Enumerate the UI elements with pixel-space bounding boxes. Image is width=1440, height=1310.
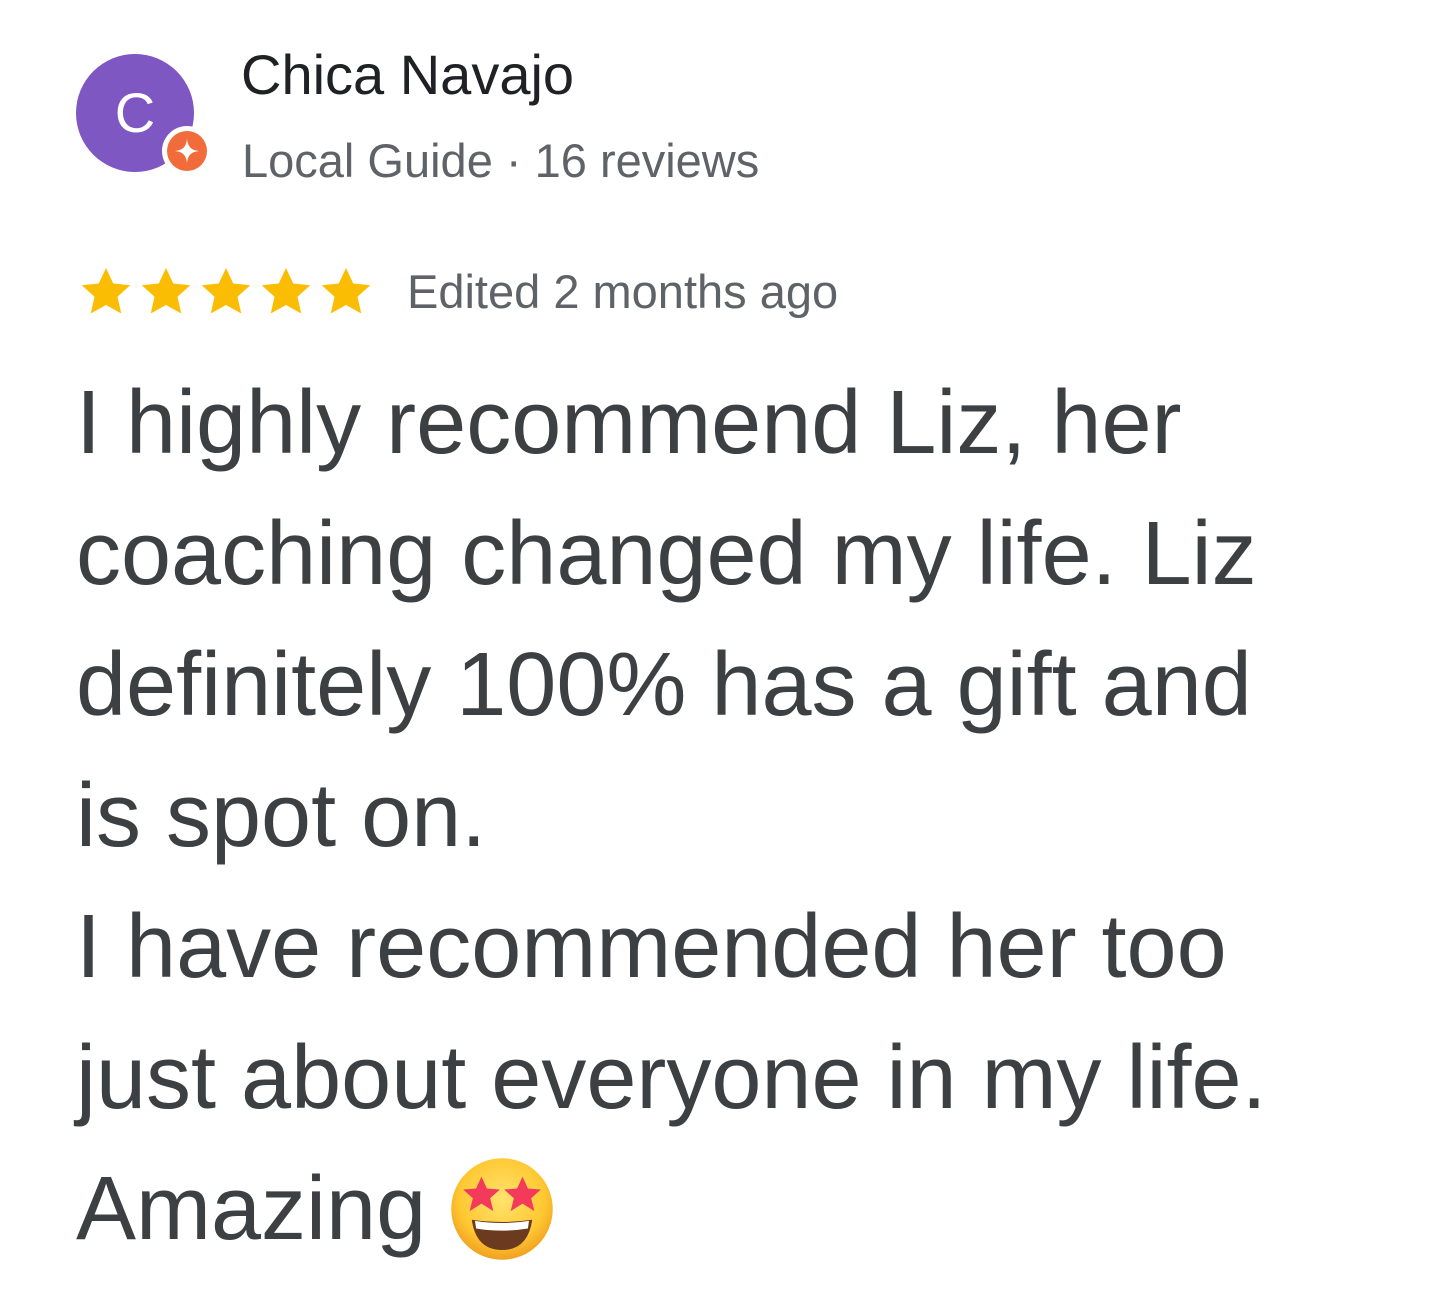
local-guide-badge-icon xyxy=(162,126,212,176)
reviewer-name[interactable]: Chica Navajo xyxy=(241,40,574,110)
review-text-line: is spot on. xyxy=(76,766,487,866)
star-icon xyxy=(316,262,376,322)
star-icon xyxy=(136,262,196,322)
review-text-line: I highly recommend Liz, her xyxy=(76,373,1182,473)
star-rating xyxy=(76,262,382,322)
review-card: C Chica Navajo Local Guide · 16 reviews … xyxy=(0,0,1440,1310)
reviewer-avatar-group[interactable]: C xyxy=(76,54,212,178)
star-struck-emoji-icon xyxy=(448,1155,556,1263)
review-text-line: Amazing xyxy=(76,1159,427,1259)
reviewer-meta[interactable]: Local Guide · 16 reviews xyxy=(242,130,759,192)
review-text-last-line: Amazing xyxy=(76,1144,1376,1275)
star-icon xyxy=(76,262,136,322)
rating-row xyxy=(76,262,382,322)
star-icon xyxy=(196,262,256,322)
review-text: I highly recommend Liz, her coaching cha… xyxy=(76,358,1376,1275)
review-text-line: definitely 100% has a gift and xyxy=(76,635,1252,735)
local-guide-star-icon xyxy=(167,131,207,171)
star-icon xyxy=(256,262,316,322)
review-text-line: just about everyone in my life. xyxy=(76,1028,1267,1128)
review-text-line: I have recommended her too xyxy=(76,897,1227,997)
review-text-line: coaching changed my life. Liz xyxy=(76,504,1257,604)
review-date: Edited 2 months ago xyxy=(407,265,839,318)
